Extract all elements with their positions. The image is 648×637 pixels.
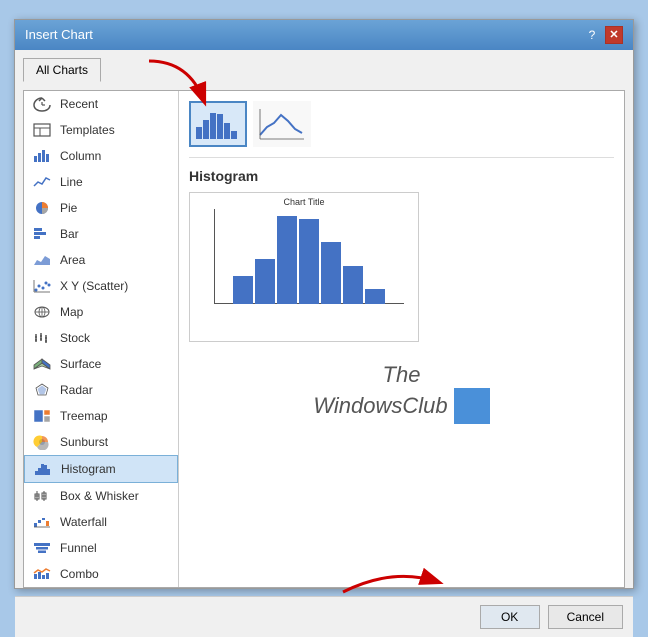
sidebar-label-sunburst: Sunburst — [60, 435, 108, 449]
tab-all-charts[interactable]: All Charts — [23, 58, 101, 82]
sidebar-label-histogram: Histogram — [61, 462, 116, 476]
sidebar-label-combo: Combo — [60, 567, 99, 581]
chart-variant-1[interactable] — [189, 101, 247, 147]
sidebar-item-box-whisker[interactable]: Box & Whisker — [24, 483, 178, 509]
waterfall-icon — [32, 514, 52, 530]
sidebar-item-area[interactable]: Area — [24, 247, 178, 273]
sidebar-label-xy-scatter: X Y (Scatter) — [60, 279, 128, 293]
box-whisker-icon — [32, 488, 52, 504]
close-button[interactable]: ✕ — [605, 26, 623, 44]
sidebar-item-column[interactable]: Column — [24, 143, 178, 169]
sidebar-label-map: Map — [60, 305, 83, 319]
sidebar-item-map[interactable]: Map — [24, 299, 178, 325]
sidebar-label-funnel: Funnel — [60, 541, 97, 555]
watermark-line1: The — [383, 362, 421, 388]
sunburst-icon — [32, 434, 52, 450]
right-panel: Histogram Chart Title The WindowsClub — [179, 91, 624, 587]
column-icon — [32, 148, 52, 164]
preview-bar — [233, 276, 253, 304]
area-icon — [32, 252, 52, 268]
sidebar-item-line[interactable]: Line — [24, 169, 178, 195]
ok-button[interactable]: OK — [480, 605, 540, 629]
recent-icon — [32, 96, 52, 112]
variant-1-preview — [193, 105, 243, 143]
sidebar-item-treemap[interactable]: Treemap — [24, 403, 178, 429]
sidebar-label-box-whisker: Box & Whisker — [60, 489, 139, 503]
watermark-line2: WindowsClub — [313, 388, 489, 424]
sidebar-item-xy-scatter[interactable]: X Y (Scatter) — [24, 273, 178, 299]
sidebar-label-templates: Templates — [60, 123, 115, 137]
chart-variant-2[interactable] — [253, 101, 311, 147]
preview-bar — [365, 289, 385, 304]
surface-icon — [32, 356, 52, 372]
sidebar-label-column: Column — [60, 149, 101, 163]
cancel-button[interactable]: Cancel — [548, 605, 623, 629]
sidebar-item-funnel[interactable]: Funnel — [24, 535, 178, 561]
sidebar-item-surface[interactable]: Surface — [24, 351, 178, 377]
title-bar-buttons: ? ✕ — [583, 26, 623, 44]
sidebar-item-recent[interactable]: Recent — [24, 91, 178, 117]
sidebar-item-radar[interactable]: Radar — [24, 377, 178, 403]
sidebar-label-radar: Radar — [60, 383, 93, 397]
sidebar-item-stock[interactable]: Stock — [24, 325, 178, 351]
sidebar-label-bar: Bar — [60, 227, 79, 241]
sidebar-label-surface: Surface — [60, 357, 101, 371]
help-button[interactable]: ? — [583, 26, 601, 44]
combo-icon — [32, 566, 52, 582]
sidebar-label-stock: Stock — [60, 331, 90, 345]
funnel-icon — [32, 540, 52, 556]
sidebar: Recent Templates — [24, 91, 179, 587]
variant-2-preview — [257, 105, 307, 143]
sidebar-item-sunburst[interactable]: Sunburst — [24, 429, 178, 455]
watermark-square — [454, 388, 490, 424]
sidebar-label-treemap: Treemap — [60, 409, 108, 423]
sidebar-item-waterfall[interactable]: Waterfall — [24, 509, 178, 535]
dialog-title: Insert Chart — [25, 27, 93, 42]
stock-icon — [32, 330, 52, 346]
insert-chart-dialog: Insert Chart ? ✕ All Charts — [14, 19, 634, 589]
preview-chart-title: Chart Title — [194, 197, 414, 207]
preview-bar — [255, 259, 275, 304]
bottom-bar: OK Cancel — [15, 596, 633, 637]
watermark-line2-text: WindowsClub — [313, 393, 447, 419]
templates-icon — [32, 122, 52, 138]
watermark: The WindowsClub — [189, 362, 614, 424]
sidebar-label-line: Line — [60, 175, 83, 189]
bar-icon — [32, 226, 52, 242]
preview-bar — [321, 242, 341, 304]
treemap-icon — [32, 408, 52, 424]
sidebar-item-templates[interactable]: Templates — [24, 117, 178, 143]
sidebar-label-pie: Pie — [60, 201, 77, 215]
dialog-body: All Charts Recent — [15, 50, 633, 596]
preview-bar — [299, 219, 319, 304]
sidebar-item-bar[interactable]: Bar — [24, 221, 178, 247]
map-icon — [32, 304, 52, 320]
chart-variants — [189, 101, 614, 158]
sidebar-item-histogram[interactable]: Histogram — [24, 455, 178, 483]
scatter-icon — [32, 278, 52, 294]
chart-type-label: Histogram — [189, 168, 614, 184]
main-content: Recent Templates — [23, 90, 625, 588]
sidebar-item-pie[interactable]: Pie — [24, 195, 178, 221]
sidebar-label-recent: Recent — [60, 97, 98, 111]
tab-bar: All Charts — [23, 58, 625, 82]
chart-preview: Chart Title — [189, 192, 419, 342]
radar-icon — [32, 382, 52, 398]
preview-chart-bars — [194, 209, 414, 319]
pie-icon — [32, 200, 52, 216]
sidebar-item-combo[interactable]: Combo — [24, 561, 178, 587]
preview-bar — [277, 216, 297, 304]
preview-bar — [343, 266, 363, 304]
histogram-icon — [33, 461, 53, 477]
sidebar-label-area: Area — [60, 253, 85, 267]
sidebar-label-waterfall: Waterfall — [60, 515, 107, 529]
title-bar: Insert Chart ? ✕ — [15, 20, 633, 50]
line-icon — [32, 174, 52, 190]
preview-y-axis — [214, 209, 215, 304]
